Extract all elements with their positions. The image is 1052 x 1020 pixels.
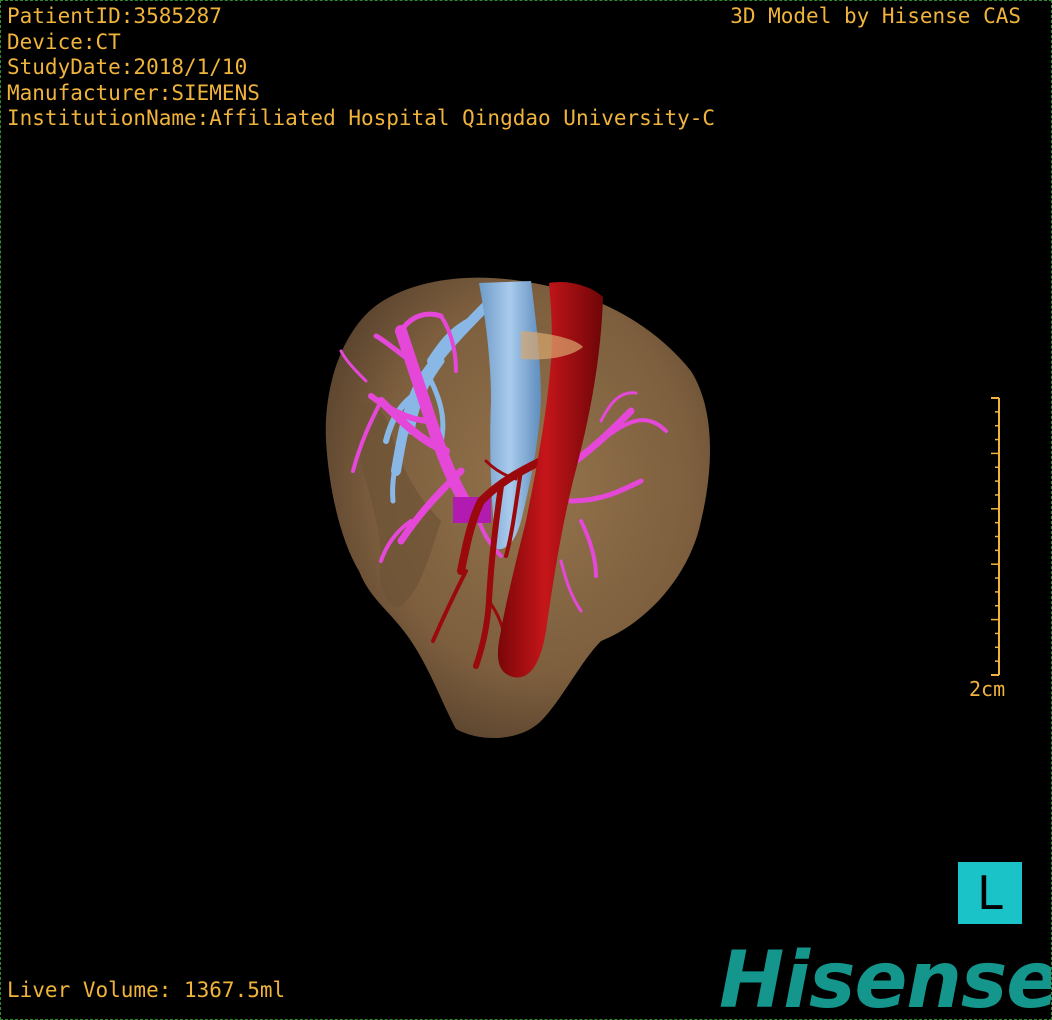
- dicom-info-overlay: PatientID:3585287 Device:CT StudyDate:20…: [7, 4, 715, 132]
- manufacturer-label: Manufacturer:SIEMENS: [7, 80, 260, 105]
- 3d-viewport[interactable]: PatientID:3585287 Device:CT StudyDate:20…: [0, 0, 1052, 1020]
- liver-volume-label: Liver Volume: 1367.5ml: [7, 978, 286, 1002]
- model-credit-label: 3D Model by Hisense CAS: [730, 4, 1021, 28]
- scale-bar-label: 2cm: [969, 677, 1006, 701]
- liver-3d-model[interactable]: [1, 1, 1051, 1019]
- hisense-logo: Hisense: [719, 936, 1052, 1020]
- study-date-label: StudyDate:2018/1/10: [7, 55, 248, 79]
- orientation-marker: L: [958, 862, 1022, 924]
- institution-label: InstitutionName:Affiliated Hospital Qing…: [7, 106, 716, 130]
- patient-id-label: PatientID:3585287: [7, 4, 222, 28]
- device-label: Device:CT: [7, 29, 121, 54]
- scale-bar: [991, 397, 1000, 676]
